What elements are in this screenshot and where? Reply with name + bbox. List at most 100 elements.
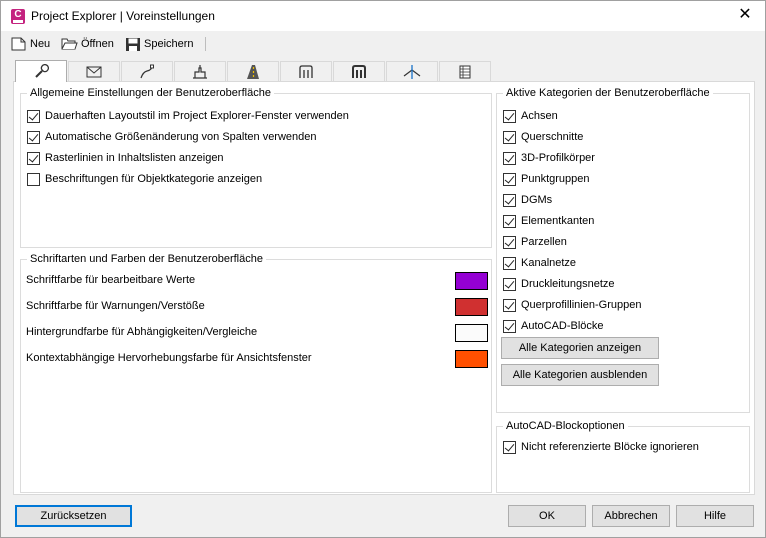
category-option-label: Querschnitte: [521, 131, 584, 143]
general-option-checkbox[interactable]: [27, 109, 40, 123]
category-option-checkbox[interactable]: [503, 130, 516, 144]
save-disk-icon: [126, 37, 140, 51]
category-option-checkbox[interactable]: [503, 277, 516, 291]
close-icon[interactable]: ✕: [735, 5, 755, 25]
reset-button[interactable]: Zurücksetzen: [15, 505, 132, 527]
block-option-row[interactable]: Nicht referenzierte Blöcke ignorieren: [503, 439, 699, 455]
category-option-row[interactable]: 3D-Profilkörper: [503, 150, 595, 166]
general-settings-group: Allgemeine Einstellungen der Benutzerobe…: [20, 87, 492, 248]
general-option-row[interactable]: Dauerhaften Layoutstil im Project Explor…: [27, 108, 349, 124]
open-folder-icon: [61, 38, 78, 50]
category-option-row[interactable]: Elementkanten: [503, 213, 594, 229]
category-option-checkbox[interactable]: [503, 109, 516, 123]
sample-line-icon: [403, 65, 421, 79]
wrench-icon: [35, 63, 49, 78]
color-setting-label: Hintergrundfarbe für Abhängigkeiten/Verg…: [26, 326, 258, 338]
category-option-row[interactable]: Kanalnetze: [503, 255, 576, 271]
show-all-categories-button[interactable]: Alle Kategorien anzeigen: [501, 337, 659, 359]
tab-profiles[interactable]: [174, 61, 226, 82]
category-option-checkbox[interactable]: [503, 151, 516, 165]
color-setting-label: Schriftfarbe für Warnungen/Verstöße: [26, 300, 205, 312]
new-button[interactable]: Neu: [11, 35, 50, 53]
new-document-icon: [11, 37, 26, 51]
help-button[interactable]: Hilfe: [676, 505, 754, 527]
color-setting-row: Hintergrundfarbe für Abhängigkeiten/Verg…: [26, 324, 488, 342]
window-title: Project Explorer | Voreinstellungen: [31, 9, 215, 23]
category-option-checkbox[interactable]: [503, 235, 516, 249]
save-label: Speichern: [144, 38, 194, 50]
app-icon-letter: C: [14, 9, 22, 20]
category-option-checkbox[interactable]: [503, 256, 516, 270]
color-setting-label: Kontextabhängige Hervorhebungsfarbe für …: [26, 352, 312, 364]
autocad-block-options-legend: AutoCAD-Blockoptionen: [503, 420, 628, 432]
table-icon: [459, 65, 471, 79]
category-option-row[interactable]: Achsen: [503, 108, 558, 124]
preferences-dialog: C Project Explorer | Voreinstellungen ✕ …: [0, 0, 766, 538]
color-swatch[interactable]: [455, 324, 488, 342]
general-option-checkbox[interactable]: [27, 130, 40, 144]
category-option-label: Punktgruppen: [521, 173, 590, 185]
tab-surfaces[interactable]: [68, 61, 120, 82]
color-setting-label: Schriftfarbe für bearbeitbare Werte: [26, 274, 196, 286]
tab-sample-lines[interactable]: [386, 61, 438, 82]
ok-button[interactable]: OK: [508, 505, 586, 527]
general-option-label: Beschriftungen für Objektkategorie anzei…: [45, 173, 263, 185]
fonts-colors-legend: Schriftarten und Farben der Benutzerober…: [27, 253, 266, 265]
open-label: Öffnen: [81, 38, 114, 50]
profile-icon: [193, 65, 207, 79]
color-setting-row: Schriftfarbe für Warnungen/Verstöße: [26, 298, 488, 316]
category-option-row[interactable]: Parzellen: [503, 234, 567, 250]
general-option-label: Automatische Größenänderung von Spalten …: [45, 131, 317, 143]
general-option-checkbox[interactable]: [27, 151, 40, 165]
category-option-checkbox[interactable]: [503, 172, 516, 186]
general-option-label: Dauerhaften Layoutstil im Project Explor…: [45, 110, 349, 122]
toolbar-separator: [205, 37, 206, 51]
tab-general[interactable]: [15, 60, 67, 82]
general-option-checkbox[interactable]: [27, 172, 40, 186]
envelope-icon: [86, 66, 102, 78]
color-swatch[interactable]: [455, 350, 488, 368]
category-option-row[interactable]: AutoCAD-Blöcke: [503, 318, 604, 334]
category-option-label: Parzellen: [521, 236, 567, 248]
category-option-checkbox[interactable]: [503, 298, 516, 312]
category-option-label: Querprofillinien-Gruppen: [521, 299, 642, 311]
hide-all-categories-button[interactable]: Alle Kategorien ausblenden: [501, 364, 659, 386]
category-option-checkbox[interactable]: [503, 214, 516, 228]
category-option-checkbox[interactable]: [503, 319, 516, 333]
pressure-network-icon: [352, 65, 366, 78]
color-setting-row: Schriftfarbe für bearbeitbare Werte: [26, 272, 488, 290]
category-option-label: Elementkanten: [521, 215, 595, 227]
block-option-label: Nicht referenzierte Blöcke ignorieren: [521, 441, 699, 453]
tab-pressure-networks[interactable]: [333, 61, 385, 82]
active-categories-group: Aktive Kategorien der Benutzeroberfläche…: [496, 87, 750, 413]
block-option-checkbox[interactable]: [503, 440, 516, 454]
category-option-checkbox[interactable]: [503, 193, 516, 207]
category-option-label: Achsen: [521, 110, 558, 122]
category-option-row[interactable]: DGMs: [503, 192, 552, 208]
category-option-row[interactable]: Punktgruppen: [503, 171, 590, 187]
title-bar: C Project Explorer | Voreinstellungen ✕: [1, 1, 765, 31]
tab-alignments[interactable]: [121, 61, 173, 82]
category-option-label: Druckleitungsnetze: [521, 278, 615, 290]
open-button[interactable]: Öffnen: [61, 35, 114, 53]
general-option-row[interactable]: Automatische Größenänderung von Spalten …: [27, 129, 317, 145]
pipe-network-icon: [299, 65, 313, 78]
color-setting-row: Kontextabhängige Hervorhebungsfarbe für …: [26, 350, 488, 368]
tab-tables[interactable]: [439, 61, 491, 82]
tab-corridors[interactable]: [227, 61, 279, 82]
color-swatch[interactable]: [455, 272, 488, 290]
category-option-row[interactable]: Querprofillinien-Gruppen: [503, 297, 641, 313]
color-swatch[interactable]: [455, 298, 488, 316]
category-option-label: AutoCAD-Blöcke: [521, 320, 604, 332]
cancel-button[interactable]: Abbrechen: [592, 505, 670, 527]
category-option-row[interactable]: Querschnitte: [503, 129, 583, 145]
category-option-row[interactable]: Druckleitungsnetze: [503, 276, 615, 292]
general-option-row[interactable]: Beschriftungen für Objektkategorie anzei…: [27, 171, 262, 187]
save-button[interactable]: Speichern: [125, 35, 194, 53]
general-option-row[interactable]: Rasterlinien in Inhaltslisten anzeigen: [27, 150, 224, 166]
general-settings-legend: Allgemeine Einstellungen der Benutzerobe…: [27, 87, 274, 99]
tab-page-general: Allgemeine Einstellungen der Benutzerobe…: [13, 81, 755, 495]
tab-pipe-networks[interactable]: [280, 61, 332, 82]
category-option-label: 3D-Profilkörper: [521, 152, 595, 164]
new-label: Neu: [30, 38, 51, 50]
